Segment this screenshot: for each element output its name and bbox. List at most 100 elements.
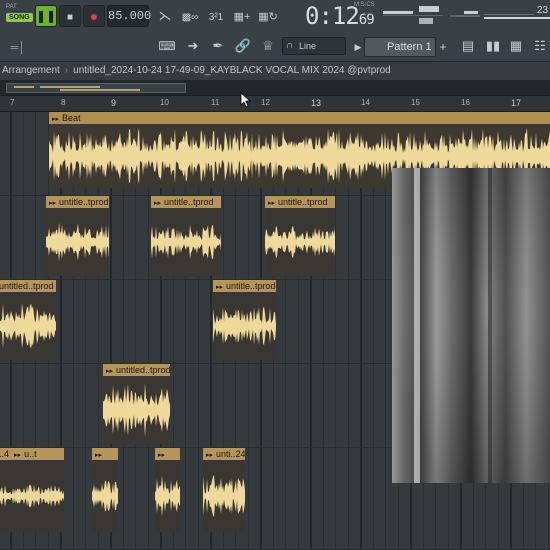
ruler-tick: 12	[261, 98, 270, 107]
chevron-right-icon: ›	[64, 65, 69, 76]
clip-header: ▸▸ unti..24	[203, 448, 245, 460]
time-sub: 69	[358, 12, 375, 28]
audio-clip-vocal[interactable]: ▸▸ unti..24	[203, 448, 245, 532]
playlist-overview[interactable]	[0, 80, 550, 96]
channel-rack-icon: ▦	[509, 38, 523, 53]
clip-title: untitle..tprod	[278, 197, 328, 207]
clip-title: ..4	[0, 449, 10, 459]
timeline-ruler[interactable]: 7 8 9 10 11 12 13 14 15 16 17	[0, 96, 550, 112]
paint-tool-button[interactable]: ✒	[208, 36, 228, 56]
slider-icon: ═│	[10, 42, 26, 54]
pat-song-toggle[interactable]: PAT SONG	[6, 4, 33, 28]
clip-title: untitled..tprod	[116, 365, 170, 375]
audio-clip-vocal[interactable]: ▸▸ untitle..tprod	[265, 196, 335, 276]
play-icon: ▶	[354, 42, 362, 52]
hint-bar-2	[484, 17, 550, 25]
record-button[interactable]: ●	[83, 5, 105, 27]
audio-clip-vocal[interactable]: ▸▸	[92, 448, 118, 532]
clip-arrow-icon: ▸▸	[95, 452, 103, 459]
audio-clip-vocal[interactable]: ▸▸ untitle..tprod	[213, 280, 276, 360]
meter-peak	[419, 6, 439, 12]
playlist-icon: ▤	[461, 38, 475, 53]
clip-header: ▸▸	[155, 448, 180, 460]
playlist-button[interactable]: ▤	[458, 36, 478, 56]
audio-clip-vocal[interactable]: ▸▸ untitle..tprod	[151, 196, 221, 276]
add-pattern-button[interactable]: +	[437, 37, 449, 57]
pattern-prev-button[interactable]: ▶	[352, 37, 364, 57]
stop-button[interactable]: ■	[59, 5, 81, 27]
clip-arrow-icon: ▸▸	[268, 200, 276, 207]
clip-title: untitled..tprod	[0, 281, 54, 291]
overview-viewport[interactable]	[6, 83, 186, 93]
ruler-tick: 8	[61, 98, 66, 107]
clip-header: ▸▸ untitle..tprod	[265, 196, 335, 208]
clip-body	[265, 208, 335, 276]
ruler-tick: 9	[111, 98, 117, 108]
waveform-shape	[46, 222, 109, 262]
waveform	[92, 480, 118, 512]
step-edit-button[interactable]: ▦+	[232, 6, 252, 26]
meter-baseline	[383, 15, 443, 16]
clip-arrow-icon: ▸▸	[154, 200, 162, 207]
ruler-tick: 7	[10, 98, 15, 107]
pattern-selector[interactable]: Pattern 1	[364, 37, 436, 57]
master-meter	[383, 5, 443, 27]
snap-selector[interactable]: ∩ Line	[282, 37, 346, 55]
record-icon: ●	[89, 8, 99, 24]
audio-clip-vocal[interactable]: ▸▸ untitle..tprod	[46, 196, 109, 276]
cpu-line-peak	[464, 11, 478, 14]
audio-clip-vocal[interactable]: ▸▸ untitled..tprod	[103, 364, 170, 444]
countdown-button[interactable]: 3²1	[206, 6, 226, 26]
audio-clip-vocal[interactable]: ▸▸	[155, 448, 180, 532]
piano-roll-button[interactable]: ☷	[530, 36, 550, 56]
clip-body	[203, 460, 245, 532]
mixer-button[interactable]: ▮▮	[483, 36, 503, 56]
toolbar-row-tools: ═│ ⌨ ➜ ✒ 🔗 ♕ ∩ Line ▶ Pattern 1 + ▤ ▮▮ ▦…	[0, 31, 550, 61]
tempo-display[interactable]: 85.000	[107, 5, 151, 27]
clip-arrow-icon: ▸▸	[49, 200, 57, 207]
brush-icon: ✒	[212, 38, 224, 53]
time-unit-label: M:S:CS	[354, 2, 375, 8]
waveform-shape	[103, 383, 170, 437]
metronome-button[interactable]: ⋋	[155, 6, 175, 26]
stamp-button[interactable]: ♕	[258, 36, 278, 56]
pause-icon: ❚❚	[36, 9, 57, 23]
breadcrumb-file[interactable]: untitled_2024-10-24 17-49-09_KAYBLACK VO…	[73, 65, 391, 76]
clip-arrow-icon: ▸▸	[14, 452, 22, 459]
cpu-graph	[450, 5, 482, 27]
waveform	[151, 225, 221, 259]
main-toolbar: PAT SONG ❚❚ ■ ● 85.000 ⋋ ▩∞ 3²1 ▦+ ▦↻ 0:…	[0, 0, 550, 62]
pause-button[interactable]: ❚❚	[35, 5, 57, 27]
audio-clip-vocal[interactable]: ..4 ▸▸ u..t	[0, 448, 64, 532]
channel-rack-button[interactable]: ▦	[506, 36, 526, 56]
clip-header: ▸▸ untitle..tprod	[46, 196, 109, 208]
ruler-tick: 10	[160, 98, 169, 107]
clip-arrow-icon: ▸▸	[52, 116, 60, 123]
clip-body	[213, 292, 276, 360]
link-icon: 🔗	[234, 38, 252, 53]
clip-header: ▸▸ untitle..tprod	[151, 196, 221, 208]
hint-bar	[484, 5, 534, 15]
clip-header: ▸▸ untitled..tprod	[103, 364, 170, 376]
draw-tool-button[interactable]: ➜	[183, 36, 203, 56]
audio-clip-vocal[interactable]: untitled..tprod	[0, 280, 56, 360]
clip-title: unti..24	[216, 449, 245, 459]
typing-keyboard-button[interactable]: ⌨	[157, 36, 177, 56]
arrow-icon: ➜	[187, 38, 199, 53]
loop-record-button[interactable]: ▦↻	[258, 6, 278, 26]
stop-icon: ■	[66, 12, 74, 23]
metronome-icon: ⋋	[158, 8, 172, 23]
clip-body	[0, 292, 56, 360]
song-label: SONG	[6, 13, 33, 22]
cpu-number: 23	[537, 5, 549, 16]
clip-body	[0, 460, 64, 532]
pat-label: PAT	[6, 4, 17, 10]
waveform-shape	[0, 303, 56, 349]
master-volume-slider[interactable]: ═│	[8, 37, 28, 57]
clip-title: untitle..tprod	[59, 197, 109, 207]
link-button[interactable]: 🔗	[233, 36, 253, 56]
breadcrumb-root[interactable]: Arrangement	[2, 65, 60, 76]
waveform-shape	[92, 480, 118, 512]
wait-input-button[interactable]: ▩∞	[180, 6, 200, 26]
magnet-icon: ∩	[286, 40, 294, 51]
